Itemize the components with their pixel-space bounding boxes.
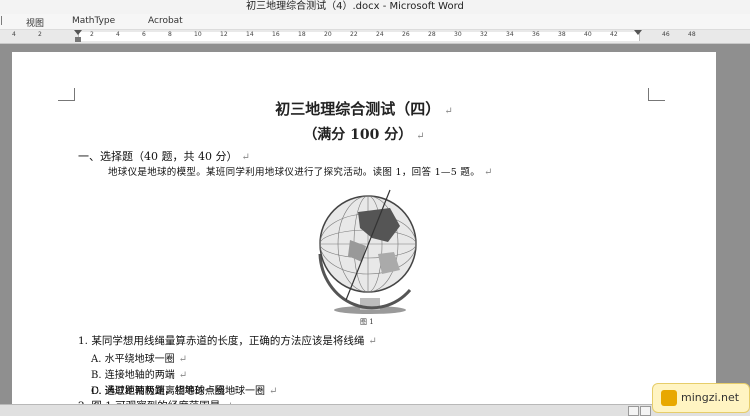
- ruler-tick-label: 30: [454, 31, 462, 38]
- ruler-tick-label: 46: [662, 31, 670, 38]
- paragraph-mark: ↵: [416, 131, 425, 142]
- tab-view[interactable]: 视图: [26, 16, 44, 29]
- ruler-tick-label: 42: [610, 31, 618, 38]
- ruler-tick-label: 18: [298, 31, 306, 38]
- ruler-tick-label: 38: [558, 31, 566, 38]
- section-heading-text: 一、选择题（40 题，共 40 分）: [78, 150, 238, 163]
- paragraph-mark: ↵: [368, 336, 377, 347]
- question-1-stem: 1. 某同学想用线绳量算赤道的长度，正确的方法应该是将线绳: [78, 335, 365, 347]
- ruler-tick-label: 22: [350, 31, 358, 38]
- watermark-text: mingzi.net: [681, 391, 740, 404]
- horizontal-ruler[interactable]: 4 2 2 4 6 8 10 12 14 16 18 20 22 24 26 28 30 32 34 36 38 40 42…: [0, 30, 750, 44]
- ruler-tick-label: 10: [194, 31, 202, 38]
- watermark-logo-icon: [661, 390, 677, 406]
- document-page[interactable]: 初三地理综合测试（四） ↵ （满分 100 分） ↵ 一、选择题（40 题，共 40…: [12, 52, 716, 415]
- option-a: A. 水平绕地球一圈 ↵: [91, 350, 187, 365]
- ruler-tick-label: 12: [220, 31, 228, 38]
- ruler-tick-label: 40: [584, 31, 592, 38]
- paragraph-mark: ↵: [178, 354, 187, 365]
- question-1: 1. 某同学想用线绳量算赤道的长度，正确的方法应该是将线绳 ↵: [78, 333, 377, 348]
- globe-figure: [318, 189, 417, 314]
- ruler-text-area: [78, 32, 640, 41]
- ruler-tick-label: 20: [324, 31, 332, 38]
- ruler-tick-label: 28: [428, 31, 436, 38]
- ribbon-tabs: | 视图 MathType Acrobat: [0, 14, 750, 30]
- figure-caption: 图 1: [360, 318, 374, 326]
- ruler-tick-label: 26: [402, 31, 410, 38]
- option-b-text: B. 连接地轴的两端: [91, 370, 175, 381]
- paragraph-mark: ↵: [241, 152, 250, 163]
- tab-mathtype[interactable]: MathType: [72, 16, 115, 26]
- document-title-text: 初三地理综合测试（四）: [275, 100, 441, 118]
- option-b: B. 连接地轴的两端 ↵: [91, 366, 187, 381]
- document-subtitle: （满分 100 分） ↵: [12, 124, 716, 144]
- ruler-tick-label: 24: [376, 31, 384, 38]
- option-a-text: A. 水平绕地球一圈: [91, 354, 175, 365]
- ruler-tick-label: 14: [246, 31, 254, 38]
- left-indent-marker[interactable]: [75, 37, 81, 42]
- ruler-tick-label: 4: [12, 31, 16, 38]
- ruler-tick-label: 32: [480, 31, 488, 38]
- ruler-tick-label: 2: [90, 31, 94, 38]
- ruler-tick-label: 34: [506, 31, 514, 38]
- ruler-tick-label: 8: [168, 31, 172, 38]
- title-bar: 初三地理综合测试（4）.docx - Microsoft Word: [0, 0, 750, 14]
- tab-partial[interactable]: |: [0, 16, 6, 26]
- status-bar: [0, 404, 750, 416]
- ruler-tick-label: 2: [38, 31, 42, 38]
- paragraph-mark: ↵: [178, 370, 188, 381]
- ruler-tick-label: 36: [532, 31, 540, 38]
- first-line-indent-marker[interactable]: [74, 30, 82, 35]
- paragraph-mark: ↵: [269, 386, 278, 397]
- right-indent-marker[interactable]: [634, 30, 642, 35]
- ruler-tick-label: 4: [116, 31, 120, 38]
- option-d: D. 选取距两极距离相等的点绕地球一圈 ↵: [91, 382, 277, 397]
- site-watermark: mingzi.net: [652, 383, 750, 413]
- document-subtitle-text: （满分 100 分）: [303, 127, 413, 143]
- window-title: 初三地理综合测试（4）.docx - Microsoft Word: [246, 1, 464, 12]
- document-title: 初三地理综合测试（四） ↵: [12, 98, 716, 119]
- intro-text: 地球仪是地球的模型。某班同学利用地球仪进行了探究活动。读图 1，回答 1—5 题…: [108, 167, 480, 178]
- ruler-tick-label: 48: [688, 31, 696, 38]
- option-d-text: D. 选取距两极距离相等的点绕地球一圈: [91, 386, 266, 397]
- intro-paragraph: 地球仪是地球的模型。某班同学利用地球仪进行了探究活动。读图 1，回答 1—5 题…: [108, 164, 493, 178]
- ruler-tick-label: 16: [272, 31, 280, 38]
- paragraph-mark: ↵: [444, 106, 453, 117]
- paragraph-mark: ↵: [484, 167, 493, 178]
- ruler-tick-label: 6: [142, 31, 146, 38]
- section-heading: 一、选择题（40 题，共 40 分） ↵: [78, 148, 250, 164]
- tab-acrobat[interactable]: Acrobat: [148, 16, 183, 26]
